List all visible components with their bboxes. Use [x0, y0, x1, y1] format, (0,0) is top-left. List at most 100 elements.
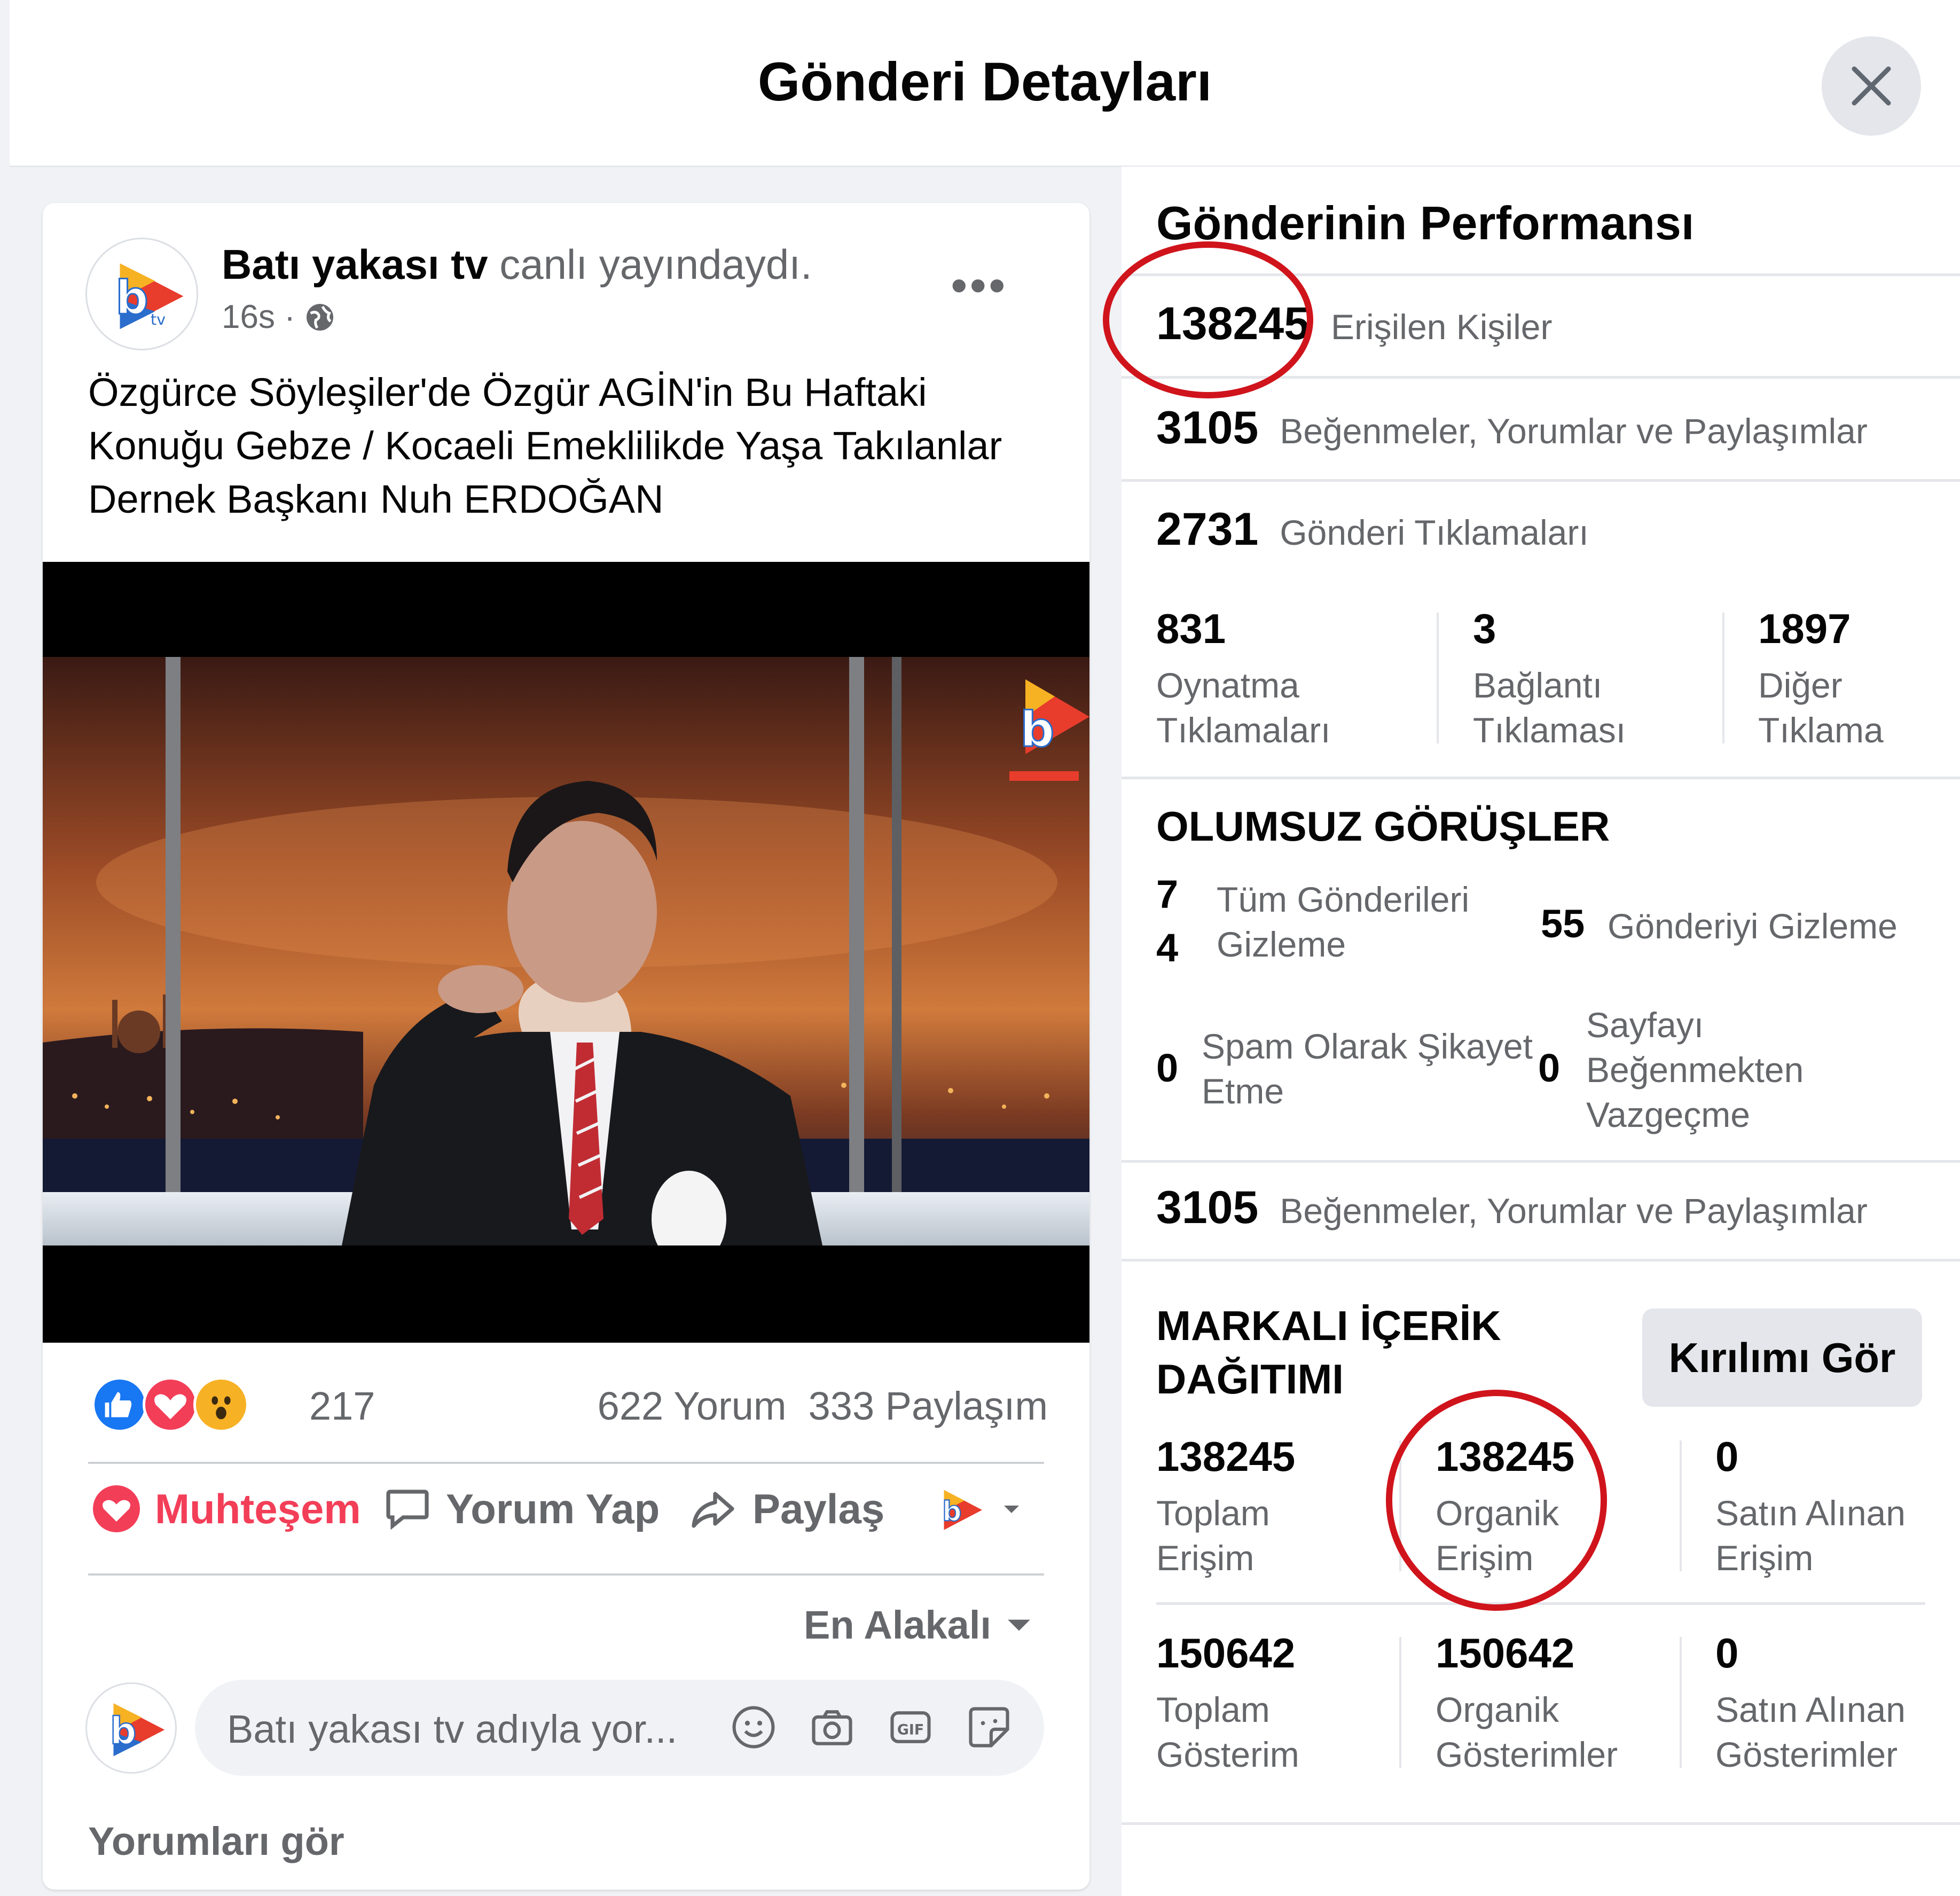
paid-reach-stat: 0 Satın Alınan Erişim: [1715, 1432, 1906, 1580]
post-text-line: Özgürce Söyleşiler'de Özgür AGİN'in Bu H…: [88, 370, 927, 414]
paid-impressions-stat: 0 Satın Alınan Gösterimler: [1715, 1629, 1906, 1777]
commenter-avatar: b: [85, 1682, 177, 1774]
svg-text:b: b: [1020, 702, 1054, 758]
hide-post-value: 55: [1541, 902, 1585, 946]
post-text: Özgürce Söyleşiler'de Özgür AGİN'in Bu H…: [88, 366, 1060, 526]
branded-content-title: MARKALI İÇERİK DAĞITIMI: [1156, 1302, 1501, 1403]
post-author-line: Batı yakası tv canlı yayındaydı.: [222, 240, 812, 289]
play-clicks-value: 831: [1156, 605, 1226, 652]
engagement-stat: 3105 Beğenmeler, Yorumlar ve Paylaşımlar: [1156, 402, 1868, 455]
svg-text:tv: tv: [151, 310, 166, 328]
wow-reaction-icon: [193, 1377, 249, 1432]
gif-icon[interactable]: GIF: [886, 1703, 935, 1752]
highlight-circle-organic-reach: [1386, 1390, 1607, 1611]
total-reach-stat: 138245 Toplam Erişim: [1156, 1432, 1295, 1580]
comment-placeholder: Batı yakası tv adıyla yor...: [227, 1707, 678, 1751]
reach-label: Erişilen Kişiler: [1330, 307, 1553, 347]
post-text-line: Konuğu Gebze / Kocaeli Emeklilikde Yaşa …: [88, 424, 1002, 468]
love-label: Muhteşem: [155, 1485, 361, 1532]
other-clicks-stat: 1897 Diğer Tıklama: [1758, 605, 1884, 753]
unlike-value: 0: [1538, 1046, 1561, 1090]
unlike-label: Sayfayı Beğenmekten Vazgeçme: [1586, 1005, 1804, 1134]
sort-label: En Alakalı: [804, 1603, 991, 1647]
play-clicks-label: Oynatma Tıklamaları: [1156, 665, 1331, 750]
share-label: Paylaş: [752, 1485, 885, 1532]
share-button[interactable]: Paylaş: [686, 1479, 884, 1538]
page-avatar[interactable]: b tv: [85, 238, 198, 350]
divider: [1437, 613, 1439, 743]
total-reach-value: 138245: [1156, 1433, 1296, 1480]
comment-sort-dropdown[interactable]: En Alakalı: [804, 1602, 1033, 1648]
clicks-value: 2731: [1156, 504, 1259, 555]
comment-button[interactable]: Yorum Yap: [382, 1479, 660, 1538]
reaction-count: 217: [309, 1384, 375, 1428]
divider: [1122, 1160, 1960, 1163]
post-meta: 16s ·: [222, 298, 336, 336]
see-comments-link[interactable]: Yorumları gör: [88, 1819, 344, 1864]
close-button[interactable]: [1822, 36, 1921, 136]
share-count[interactable]: 333 Paylaşım: [809, 1384, 1048, 1428]
divider: [1156, 1602, 1925, 1605]
love-reaction-button[interactable]: Muhteşem: [91, 1479, 361, 1538]
see-breakdown-button[interactable]: Kırılımı Gör: [1642, 1309, 1922, 1407]
channel-logo-icon: b tv: [115, 263, 184, 330]
more-options-icon[interactable]: •••: [951, 262, 1008, 310]
post-card: b tv Batı yakası tv canlı yayındaydı. 16…: [43, 203, 1089, 1890]
comment-count[interactable]: 622 Yorum: [598, 1384, 787, 1428]
divider: [1122, 1259, 1960, 1262]
organic-impressions-label: Organik Gösterimler: [1436, 1690, 1618, 1774]
globe-icon: [306, 303, 333, 331]
post-action-text: canlı yayındaydı.: [499, 241, 812, 288]
engagement2-label: Beğenmeler, Yorumlar ve Paylaşımlar: [1280, 1191, 1868, 1231]
total-impressions-stat: 150642 Toplam Gösterim: [1156, 1629, 1299, 1777]
reactions-summary[interactable]: 217 622 Yorum 333 Paylaşım: [92, 1377, 1048, 1436]
negative-feedback-title: OLUMSUZ GÖRÜŞLER: [1156, 803, 1610, 850]
video-frame: b: [43, 657, 1089, 1343]
divider: [1680, 1637, 1682, 1768]
emoji-icon[interactable]: [729, 1703, 778, 1752]
svg-text:GIF: GIF: [897, 1721, 924, 1738]
love-reaction-icon: [93, 1485, 140, 1532]
svg-text:b: b: [115, 271, 148, 325]
close-icon: [1852, 66, 1891, 106]
highlight-circle-reach: [1103, 241, 1313, 398]
spam-value: 0: [1156, 1046, 1179, 1090]
post-as-selector[interactable]: b: [929, 1479, 1022, 1538]
divider: [1122, 479, 1960, 482]
clicks-stat: 2731 Gönderi Tıklamaları: [1156, 503, 1589, 556]
comment-icon: [386, 1490, 429, 1530]
organic-impressions-stat: 150642 Organik Gösterimler: [1436, 1629, 1618, 1777]
sticker-icon[interactable]: [965, 1703, 1014, 1752]
divider: [1722, 613, 1724, 743]
love-reaction-icon: [143, 1377, 198, 1432]
clicks-label: Gönderi Tıklamaları: [1280, 513, 1589, 552]
channel-logo-icon: b: [109, 1703, 165, 1757]
total-impressions-value: 150642: [1156, 1629, 1296, 1676]
hide-all-value-b: 4: [1156, 926, 1179, 970]
live-video-player[interactable]: b: [43, 562, 1089, 1343]
paid-reach-value: 0: [1715, 1433, 1739, 1480]
other-clicks-label: Diğer Tıklama: [1758, 665, 1884, 750]
paid-impressions-value: 0: [1715, 1629, 1739, 1676]
post-time[interactable]: 16s ·: [222, 298, 295, 336]
insights-panel: Gönderinin Performansı 138245 Erişilen K…: [1103, 167, 1960, 1896]
comments-shares-count[interactable]: 622 Yorum 333 Paylaşım: [598, 1383, 1048, 1429]
total-impressions-label: Toplam Gösterim: [1156, 1690, 1299, 1774]
divider: [1680, 1440, 1682, 1571]
link-clicks-value: 3: [1473, 605, 1496, 652]
comment-label: Yorum Yap: [446, 1485, 660, 1532]
svg-text:b: b: [942, 1495, 961, 1527]
link-clicks-label: Bağlantı Tıklaması: [1473, 665, 1626, 750]
page-name-link[interactable]: Batı yakası tv: [222, 241, 488, 288]
channel-logo-icon: b: [942, 1490, 982, 1530]
comment-input[interactable]: Batı yakası tv adıyla yor... GIF: [195, 1680, 1044, 1776]
divider: [88, 1573, 1044, 1576]
paid-reach-label: Satın Alınan Erişim: [1715, 1493, 1906, 1578]
hide-post-label: Gönderiyi Gizleme: [1608, 906, 1898, 946]
play-clicks-stat: 831 Oynatma Tıklamaları: [1156, 605, 1330, 753]
engagement-value: 3105: [1156, 402, 1259, 453]
post-text-line: Dernek Başkanı Nuh ERDOĞAN: [88, 477, 664, 521]
divider: [1399, 1637, 1401, 1768]
share-icon: [692, 1492, 734, 1528]
camera-icon[interactable]: [807, 1703, 857, 1752]
